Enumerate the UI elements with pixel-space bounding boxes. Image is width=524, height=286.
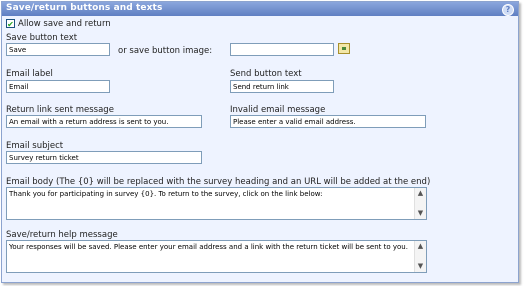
email-label-input[interactable]: Email	[6, 80, 110, 93]
scroll-down-icon[interactable]: ▼	[415, 208, 426, 219]
email-subject-label: Email subject	[6, 141, 64, 151]
scroll-up-icon[interactable]: ▲	[415, 241, 426, 252]
email-body-label: Email body (The {0} will be replaced wit…	[6, 177, 431, 187]
panel-title: Save/return buttons and texts	[6, 3, 163, 13]
email-body-textarea[interactable]: Thank you for participating in survey {0…	[6, 187, 427, 220]
save-button-text-label: Save button text	[6, 33, 78, 43]
help-message-label: Save/return help message	[6, 230, 118, 240]
help-message-scrollbar[interactable]: ▲ ▼	[414, 241, 426, 272]
help-message-text: Your responses will be saved. Please ent…	[9, 243, 408, 251]
allow-save-checkbox[interactable]: ✔	[6, 19, 15, 29]
email-label-label: Email label	[6, 69, 53, 79]
return-link-msg-label: Return link sent message	[6, 105, 114, 115]
help-icon[interactable]: ?	[502, 4, 514, 16]
scroll-down-icon[interactable]: ▼	[415, 261, 426, 272]
send-button-text-input[interactable]: Send return link	[230, 80, 334, 93]
help-message-textarea[interactable]: Your responses will be saved. Please ent…	[6, 240, 427, 273]
image-picker-icon[interactable]	[338, 43, 350, 54]
save-button-text-input[interactable]: Save	[6, 43, 110, 56]
allow-save-label: Allow save and return	[18, 19, 111, 29]
scroll-up-icon[interactable]: ▲	[415, 188, 426, 199]
save-button-image-input[interactable]	[230, 43, 334, 56]
save-return-panel: Save/return buttons and texts ? ✔ Allow …	[1, 1, 519, 283]
email-body-scrollbar[interactable]: ▲ ▼	[414, 188, 426, 219]
invalid-email-msg-label: Invalid email message	[230, 105, 326, 115]
return-link-msg-input[interactable]: An email with a return address is sent t…	[6, 115, 202, 128]
email-subject-input[interactable]: Survey return ticket	[6, 151, 202, 164]
invalid-email-msg-input[interactable]: Please enter a valid email address.	[230, 115, 426, 128]
email-body-text: Thank you for participating in survey {0…	[9, 190, 323, 198]
panel-header: Save/return buttons and texts ?	[2, 2, 518, 16]
send-button-text-label: Send button text	[230, 69, 302, 79]
save-button-image-label: or save button image:	[118, 46, 213, 56]
